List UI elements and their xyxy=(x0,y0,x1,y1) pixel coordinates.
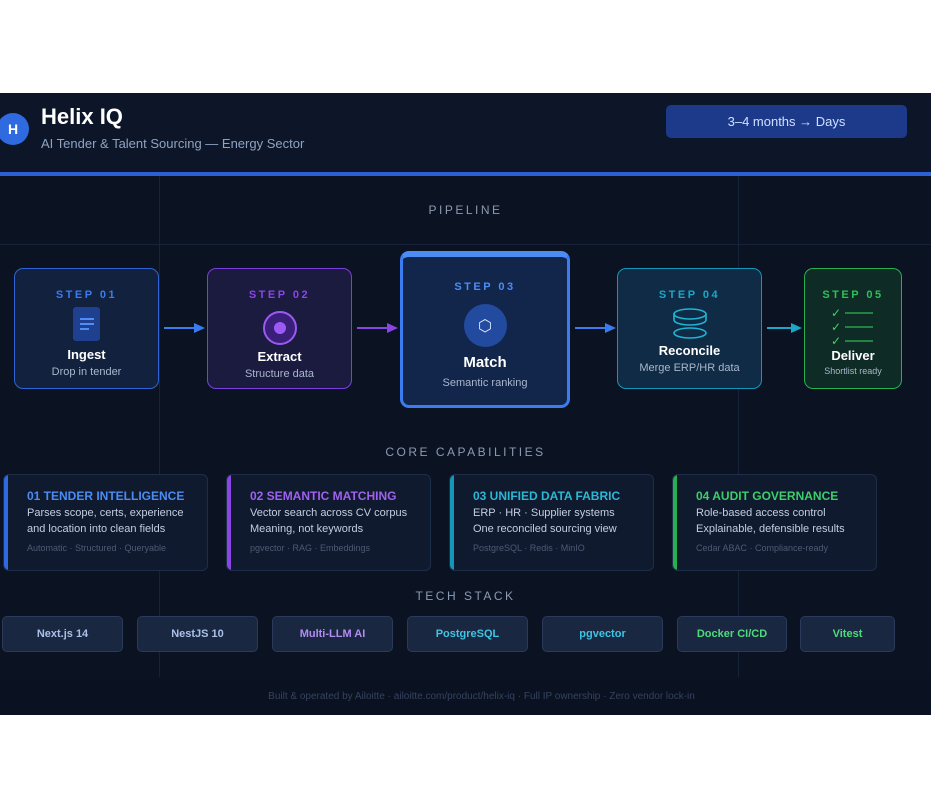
tech-chip: Docker CI/CD xyxy=(677,616,787,652)
capability-card: 02 SEMANTIC MATCHING Vector search acros… xyxy=(226,474,431,571)
step-desc: Structure data xyxy=(244,368,315,380)
header: H Helix IQ AI Tender & Talent Sourcing —… xyxy=(0,93,931,172)
capability-card: 01 TENDER INTELLIGENCE Parses scope, cer… xyxy=(3,474,208,571)
card-title: 02 SEMANTIC MATCHING xyxy=(250,489,397,503)
arrow-icon xyxy=(357,323,398,333)
tech-chip: Next.js 14 xyxy=(2,616,123,652)
footer: Built & operated by Ailoitte · ailoitte.… xyxy=(0,679,931,715)
arrow-icon xyxy=(575,323,616,333)
tech-chip: NestJS 10 xyxy=(137,616,258,652)
timeline-badge: 3–4 months → Days xyxy=(666,105,907,138)
card-tags: Cedar ABAC · Compliance-ready xyxy=(696,543,829,553)
step-name: Deliver xyxy=(831,348,875,363)
step-extract: STEP 02 Extract Structure data xyxy=(207,268,352,389)
app-subtitle: AI Tender & Talent Sourcing — Energy Sec… xyxy=(41,136,305,151)
step-match: STEP 03 ⬡ Match Semantic ranking xyxy=(400,251,570,408)
card-title: 04 AUDIT GOVERNANCE xyxy=(696,489,839,503)
step-desc: Drop in tender xyxy=(51,366,122,378)
capability-card: 04 AUDIT GOVERNANCE Role-based access co… xyxy=(672,474,877,571)
tech-chip: Vitest xyxy=(800,616,895,652)
footer-text: Built & operated by Ailoitte · ailoitte.… xyxy=(268,691,695,702)
arrow-icon xyxy=(164,323,205,333)
step-name: Ingest xyxy=(67,347,106,362)
step-name: Match xyxy=(463,354,507,371)
logo: H xyxy=(0,113,29,145)
step-desc: Merge ERP/HR data xyxy=(639,362,740,374)
card-tags: Automatic · Structured · Queryable xyxy=(27,543,167,553)
checklist-icon: ✓ ✓ ✓ xyxy=(829,305,877,345)
step-reconcile: STEP 04 Reconcile Merge ERP/HR data xyxy=(617,268,762,389)
card-title: 01 TENDER INTELLIGENCE xyxy=(27,489,185,503)
card-accent xyxy=(227,475,231,570)
card-line: Explainable, defensible results xyxy=(696,523,845,535)
step-number: STEP 02 xyxy=(248,289,311,301)
card-line: ERP · HR · Supplier systems xyxy=(473,507,615,519)
header-divider xyxy=(0,172,931,176)
step-number: STEP 04 xyxy=(658,289,721,301)
database-icon xyxy=(672,308,708,340)
step-desc: Shortlist ready xyxy=(824,366,882,376)
step-number: STEP 05 xyxy=(822,289,884,301)
capability-card: 03 UNIFIED DATA FABRIC ERP · HR · Suppli… xyxy=(449,474,654,571)
diagram-canvas: H Helix IQ AI Tender & Talent Sourcing —… xyxy=(0,93,931,715)
card-line: Parses scope, certs, experience xyxy=(27,507,184,519)
section-pipeline-label: PIPELINE xyxy=(428,203,503,217)
step-desc: Semantic ranking xyxy=(442,377,528,389)
tech-chip: pgvector xyxy=(542,616,663,652)
svg-text:✓: ✓ xyxy=(831,334,841,345)
step-name: Reconcile xyxy=(658,343,721,358)
document-icon xyxy=(73,307,100,341)
tech-chip: Multi-LLM AI xyxy=(272,616,393,652)
section-tech-label: TECH STACK xyxy=(415,589,516,603)
step-ingest: STEP 01 Ingest Drop in tender xyxy=(14,268,159,389)
card-line: Meaning, not keywords xyxy=(250,523,364,535)
step-name: Extract xyxy=(257,349,302,364)
card-accent xyxy=(673,475,677,570)
card-line: Vector search across CV corpus xyxy=(250,507,408,519)
card-tags: PostgreSQL · Redis · MinIO xyxy=(473,543,585,553)
card-title: 03 UNIFIED DATA FABRIC xyxy=(473,489,621,503)
card-accent xyxy=(4,475,8,570)
card-line: and location into clean fields xyxy=(27,523,166,535)
hexagon-icon: ⬡ xyxy=(463,304,507,347)
step-deliver: STEP 05 ✓ ✓ ✓ Deliver Shortlist ready xyxy=(804,268,902,389)
target-icon xyxy=(262,310,298,346)
card-accent xyxy=(450,475,454,570)
svg-text:✓: ✓ xyxy=(831,306,841,320)
svg-text:✓: ✓ xyxy=(831,320,841,334)
tech-chip: PostgreSQL xyxy=(407,616,528,652)
arrow-icon xyxy=(767,323,802,333)
card-line: Role-based access control xyxy=(696,507,826,519)
step-number: STEP 03 xyxy=(454,281,516,293)
app-title: Helix IQ xyxy=(41,104,123,129)
step-number: STEP 01 xyxy=(55,289,118,301)
section-capabilities-label: CORE CAPABILITIES xyxy=(385,445,546,459)
grid-line xyxy=(0,244,931,245)
card-line: One reconciled sourcing view xyxy=(473,523,617,535)
card-tags: pgvector · RAG · Embeddings xyxy=(250,543,371,553)
